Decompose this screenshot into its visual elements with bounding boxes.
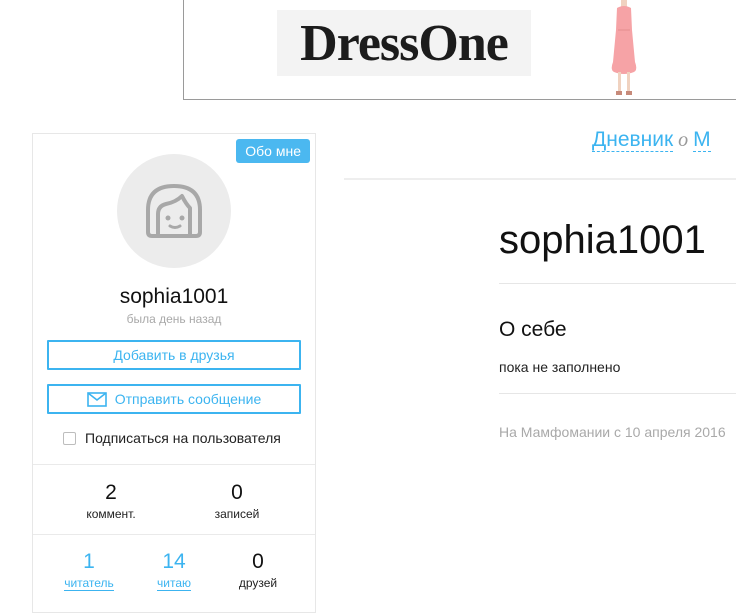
tab-separator: o xyxy=(678,129,689,151)
stat-friends: 0 друзей xyxy=(223,550,293,590)
default-avatar-icon xyxy=(146,184,202,238)
stat-label: записей xyxy=(214,507,260,521)
about-heading: О себе xyxy=(499,318,567,341)
stat-label: друзей xyxy=(238,576,278,590)
last-seen-status: была день назад xyxy=(126,312,222,326)
stat-comments: 2 коммент. xyxy=(66,481,156,521)
divider xyxy=(499,393,736,394)
profile-card: Обо мне sophia1001 была день назад Добав… xyxy=(32,133,316,613)
subscribe-row[interactable]: Подписаться на пользователя xyxy=(63,430,281,446)
member-since: На Мамфомании с 10 апреля 2016 xyxy=(499,424,726,440)
brand-logo: DressOne xyxy=(277,10,531,76)
profile-tabs: Дневник o М xyxy=(592,128,711,152)
avatar xyxy=(117,154,231,268)
stat-label[interactable]: читатель xyxy=(64,576,114,591)
send-message-button[interactable]: Отправить сообщение xyxy=(47,384,301,414)
about-text: пока не заполнено xyxy=(499,359,621,375)
stat-label: коммент. xyxy=(86,507,136,521)
stat-value: 2 xyxy=(105,481,117,504)
page-title: sophia1001 xyxy=(499,218,706,262)
subscribe-checkbox[interactable] xyxy=(63,431,76,445)
stat-readers[interactable]: 1 читатель xyxy=(45,550,133,592)
stat-label[interactable]: читаю xyxy=(157,576,191,591)
tab-diary[interactable]: Дневник xyxy=(592,128,674,152)
stat-value[interactable]: 1 xyxy=(45,550,133,574)
stat-value: 0 xyxy=(252,550,264,573)
stat-value: 0 xyxy=(231,481,243,504)
add-friend-label: Добавить в друзья xyxy=(113,347,235,363)
profile-username: sophia1001 xyxy=(119,285,229,308)
stat-value[interactable]: 14 xyxy=(139,550,209,574)
send-message-label: Отправить сообщение xyxy=(114,391,262,407)
divider xyxy=(499,283,736,284)
stat-following[interactable]: 14 читаю xyxy=(139,550,209,592)
tabs-underline xyxy=(344,178,736,180)
about-me-badge[interactable]: Обо мне xyxy=(236,139,310,163)
divider xyxy=(33,464,315,465)
dress-image xyxy=(611,0,637,95)
envelope-icon xyxy=(86,391,107,407)
stat-posts: 0 записей xyxy=(192,481,282,521)
add-friend-button[interactable]: Добавить в друзья xyxy=(47,340,301,370)
banner-ad[interactable]: DressOne xyxy=(183,0,736,100)
subscribe-label: Подписаться на пользователя xyxy=(85,430,281,446)
tab-next[interactable]: М xyxy=(693,128,711,152)
divider xyxy=(33,534,315,535)
